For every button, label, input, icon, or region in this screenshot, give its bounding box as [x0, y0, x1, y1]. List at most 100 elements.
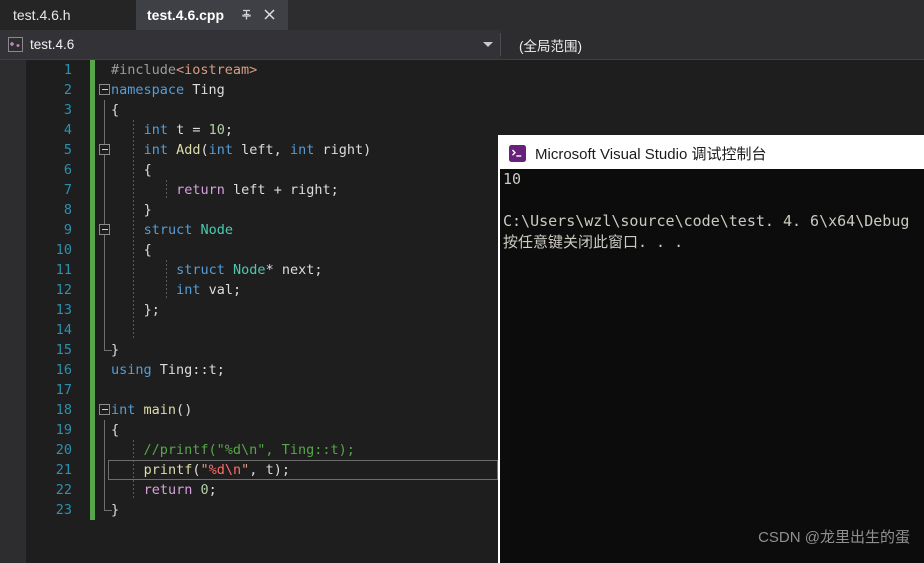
line-number: 17	[55, 382, 72, 398]
code-line[interactable]: 9 struct Node	[26, 220, 498, 240]
navigation-bar: test.4.6 (全局范围)	[0, 30, 924, 60]
saved-change-marker	[90, 160, 95, 180]
line-number: 11	[55, 262, 72, 278]
code-line[interactable]: 2 namespace Ting	[26, 80, 498, 100]
code-line[interactable]: 19 {	[26, 420, 498, 440]
code-text: {	[143, 242, 152, 258]
csdn-watermark: CSDN @龙里出生的蛋	[758, 529, 910, 546]
code-line[interactable]: 21 printf("%d\n", t);	[26, 460, 498, 480]
project-selector-dropdown[interactable]: test.4.6	[0, 30, 500, 59]
saved-change-marker	[90, 500, 95, 520]
line-number: 1	[63, 62, 72, 78]
code-text: int Add(int left, int right)	[143, 142, 372, 158]
saved-change-marker	[90, 340, 95, 360]
code-text: {	[111, 422, 120, 438]
saved-change-marker	[90, 480, 95, 500]
block-structure-line	[104, 200, 105, 220]
block-structure-line	[104, 300, 105, 320]
code-text: printf("%d\n", t);	[143, 462, 290, 478]
line-number: 7	[63, 182, 72, 198]
code-line[interactable]: 20 //printf("%d\n", Ting::t);	[26, 440, 498, 460]
code-line[interactable]: 11 struct Node* next;	[26, 260, 498, 280]
block-structure-line	[104, 260, 105, 280]
code-line[interactable]: 1 #include<iostream>	[26, 60, 498, 80]
saved-change-marker	[90, 80, 95, 100]
code-surface[interactable]: 1 #include<iostream> 2 namespace Ting 3{4 in…	[26, 60, 498, 563]
code-line[interactable]: 10 {	[26, 240, 498, 260]
code-text: }	[111, 502, 120, 518]
code-text: struct Node	[143, 222, 233, 238]
editor-breakpoint-margin[interactable]	[0, 60, 26, 563]
code-text: return left + right;	[176, 182, 339, 198]
line-number: 13	[55, 302, 72, 318]
line-number: 19	[55, 422, 72, 438]
debug-console-window[interactable]: Microsoft Visual Studio 调试控制台 10 C:\User…	[498, 135, 924, 563]
saved-change-marker	[90, 300, 95, 320]
saved-change-marker	[90, 100, 95, 120]
saved-change-marker	[90, 140, 95, 160]
collapse-block-toggle[interactable]	[99, 404, 110, 415]
line-number: 21	[55, 462, 72, 478]
collapse-block-toggle[interactable]	[99, 84, 110, 95]
tab-label: test.4.6.h	[13, 7, 71, 23]
tab-test-4-6-cpp[interactable]: test.4.6.cpp	[136, 0, 288, 30]
block-structure-line	[104, 180, 105, 200]
code-line[interactable]: 23}	[26, 500, 498, 520]
code-line[interactable]: 14	[26, 320, 498, 340]
code-line[interactable]: 5 int Add(int left, int right)	[26, 140, 498, 160]
visual-studio-window: test.4.6.h test.4.6.cpp test.4.6 (全局范围) …	[0, 0, 924, 563]
code-line[interactable]: 6 {	[26, 160, 498, 180]
line-number: 5	[63, 142, 72, 158]
cpp-project-icon	[8, 37, 23, 52]
collapse-block-toggle[interactable]	[99, 224, 110, 235]
line-number: 2	[63, 82, 72, 98]
block-structure-line	[104, 280, 105, 300]
chevron-down-icon[interactable]	[483, 42, 493, 47]
code-line[interactable]: 16 using Ting::t;	[26, 360, 498, 380]
code-line[interactable]: 7 return left + right;	[26, 180, 498, 200]
code-line[interactable]: 15}	[26, 340, 498, 360]
console-output[interactable]: 10 C:\Users\wzl\source\code\test. 4. 6\x…	[500, 169, 924, 563]
line-number: 8	[63, 202, 72, 218]
saved-change-marker	[90, 260, 95, 280]
line-number: 10	[55, 242, 72, 258]
collapse-block-toggle[interactable]	[99, 144, 110, 155]
code-line[interactable]: 3{	[26, 100, 498, 120]
code-line[interactable]: 12 int val;	[26, 280, 498, 300]
code-text: {	[111, 102, 120, 118]
block-structure-line	[104, 320, 105, 340]
code-text: using Ting::t;	[111, 362, 225, 378]
code-line[interactable]: 13 };	[26, 300, 498, 320]
code-text: }	[143, 202, 152, 218]
code-line[interactable]: 8 }	[26, 200, 498, 220]
block-structure-line	[104, 120, 105, 140]
saved-change-marker	[90, 280, 95, 300]
scope-selector-dropdown[interactable]: (全局范围)	[519, 30, 582, 59]
line-number: 22	[55, 482, 72, 498]
code-line[interactable]: 18 int main()	[26, 400, 498, 420]
saved-change-marker	[90, 60, 95, 80]
console-line: 按任意键关闭此窗口. . .	[503, 233, 684, 251]
code-line[interactable]: 22 return 0;	[26, 480, 498, 500]
saved-change-marker	[90, 240, 95, 260]
code-text: int t = 10;	[143, 122, 234, 138]
code-text: {	[143, 162, 152, 178]
saved-change-marker	[90, 180, 95, 200]
code-text: }	[111, 342, 120, 358]
pin-icon[interactable]	[239, 7, 254, 22]
block-structure-line	[104, 100, 105, 120]
saved-change-marker	[90, 420, 95, 440]
line-number: 14	[55, 322, 72, 338]
block-structure-line	[104, 160, 105, 180]
project-name: test.4.6	[30, 37, 75, 52]
close-icon[interactable]	[262, 7, 277, 22]
tab-test-4-6-h[interactable]: test.4.6.h	[0, 0, 136, 30]
code-text: };	[143, 302, 160, 318]
code-line[interactable]: 4 int t = 10;	[26, 120, 498, 140]
console-app-icon	[509, 144, 526, 162]
console-title-bar: Microsoft Visual Studio 调试控制台	[500, 137, 924, 169]
line-number: 16	[55, 362, 72, 378]
saved-change-marker	[90, 380, 95, 400]
code-line[interactable]: 17	[26, 380, 498, 400]
